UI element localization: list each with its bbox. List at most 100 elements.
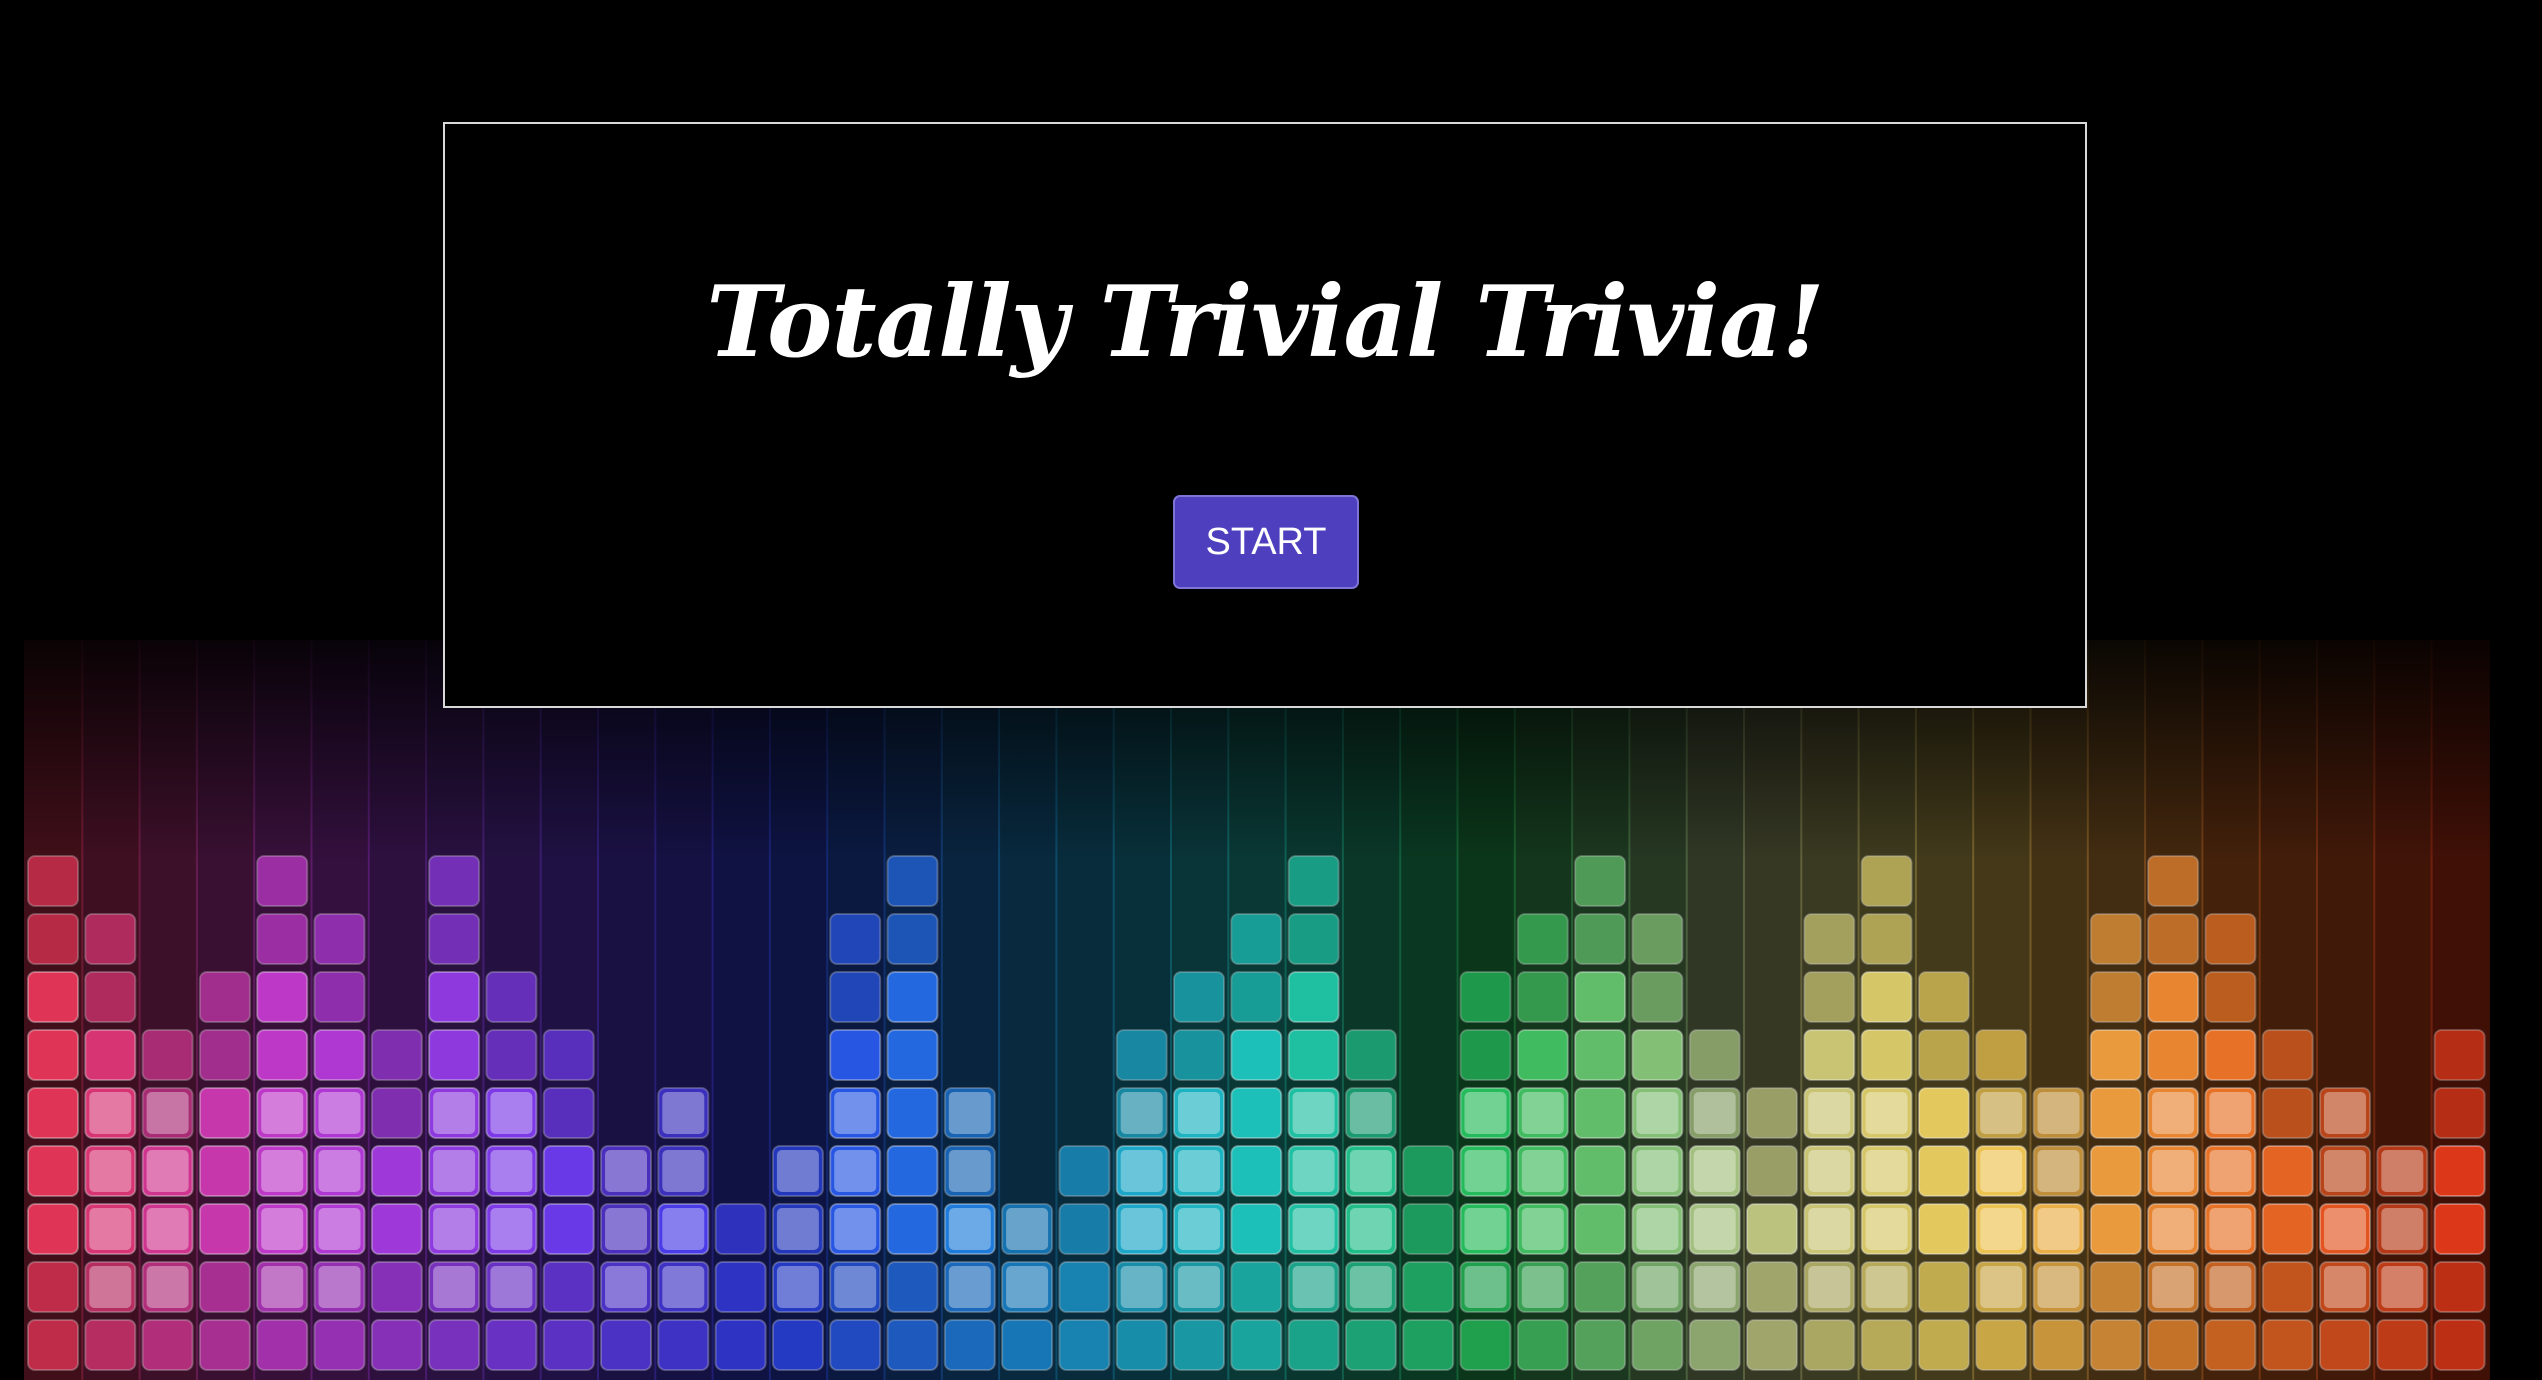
equalizer-tile-highlight	[490, 1266, 533, 1308]
equalizer-tile	[886, 1261, 939, 1313]
intro-card: Totally Trivial Trivia! START	[443, 122, 2087, 708]
equalizer-tile	[27, 1319, 79, 1371]
equalizer-tile-highlight	[89, 1266, 132, 1308]
equalizer-tile	[2433, 1029, 2486, 1081]
equalizer-tile	[313, 1319, 366, 1371]
equalizer-tile	[943, 1319, 996, 1371]
equalizer-tile	[1860, 913, 1913, 965]
equalizer-tile	[1230, 1261, 1283, 1313]
equalizer-tile	[1688, 1029, 1741, 1081]
equalizer-tile	[1402, 1203, 1455, 1255]
equalizer-tile	[27, 1203, 79, 1255]
equalizer-tile-highlight	[2324, 1208, 2366, 1250]
equalizer-tile-highlight	[2209, 1092, 2252, 1134]
equalizer-tile-highlight	[1865, 1150, 1908, 1192]
equalizer-tile	[542, 1261, 595, 1313]
equalizer-tile-highlight	[2324, 1266, 2366, 1308]
equalizer-tile	[1803, 913, 1856, 965]
equalizer-tile-highlight	[2037, 1150, 2080, 1192]
equalizer-tile	[485, 971, 538, 1023]
equalizer-tile-highlight	[1292, 1266, 1335, 1308]
equalizer-tile	[2089, 1319, 2142, 1371]
equalizer-tile-highlight	[1865, 1208, 1908, 1250]
equalizer-tile	[1574, 1319, 1627, 1371]
start-button[interactable]: START	[1173, 495, 1359, 589]
equalizer-tile	[886, 913, 939, 965]
equalizer-tile-highlight	[948, 1208, 991, 1250]
equalizer-tile-highlight	[89, 1208, 132, 1250]
equalizer-tile	[657, 1319, 710, 1371]
equalizer-tile	[1459, 971, 1512, 1023]
equalizer-tile	[2204, 1319, 2257, 1371]
equalizer-tile	[714, 1203, 767, 1255]
equalizer-tile-highlight	[605, 1266, 647, 1308]
equalizer-tile-highlight	[776, 1150, 819, 1192]
equalizer-tile	[256, 971, 309, 1023]
equalizer-tile	[1917, 1203, 1970, 1255]
equalizer-tile-highlight	[1120, 1266, 1163, 1308]
equalizer-tile	[2089, 1145, 2142, 1197]
equalizer-tile	[256, 1029, 309, 1081]
equalizer-tile	[27, 1029, 79, 1081]
equalizer-tile	[2089, 1261, 2142, 1313]
equalizer-tile	[1574, 913, 1627, 965]
equalizer-tile	[2261, 1087, 2314, 1139]
equalizer-tile	[1860, 855, 1913, 907]
equalizer-tile-highlight	[318, 1150, 361, 1192]
equalizer-tile-highlight	[1980, 1150, 2023, 1192]
equalizer-tile	[84, 971, 137, 1023]
equalizer-tile-highlight	[2209, 1150, 2252, 1192]
equalizer-tile	[829, 1029, 882, 1081]
equalizer-tile-highlight	[834, 1266, 877, 1308]
equalizer-tile	[370, 1029, 423, 1081]
equalizer-tile-highlight	[834, 1092, 877, 1134]
equalizer-tile-highlight	[146, 1266, 189, 1308]
equalizer-tile-highlight	[1808, 1150, 1851, 1192]
equalizer-tile-highlight	[2037, 1266, 2080, 1308]
equalizer-tile	[1917, 971, 1970, 1023]
equalizer-tile-highlight	[662, 1092, 705, 1134]
equalizer-tile-highlight	[948, 1150, 991, 1192]
equalizer-tile	[1344, 1029, 1397, 1081]
equalizer-tile	[1173, 1319, 1225, 1371]
equalizer-tile	[27, 855, 79, 907]
equalizer-tile-highlight	[1693, 1208, 1736, 1250]
equalizer-tile	[2433, 1261, 2486, 1313]
equalizer-tile-highlight	[1349, 1208, 1392, 1250]
equalizer-tile	[1803, 1319, 1856, 1371]
equalizer-tile-highlight	[1693, 1092, 1736, 1134]
equalizer-tile	[1574, 1261, 1627, 1313]
equalizer-tile	[1917, 1029, 1970, 1081]
equalizer-tile-highlight	[89, 1150, 132, 1192]
equalizer-tile	[2032, 1319, 2085, 1371]
equalizer-tile	[1631, 971, 1684, 1023]
equalizer-tile-highlight	[1980, 1266, 2023, 1308]
equalizer-tile	[542, 1145, 595, 1197]
equalizer-tile	[428, 1319, 481, 1371]
equalizer-tile	[428, 855, 481, 907]
equalizer-tile-highlight	[1865, 1266, 1908, 1308]
equalizer-tile-highlight	[146, 1150, 189, 1192]
equalizer-tile	[1230, 1029, 1283, 1081]
equalizer-tile	[886, 971, 939, 1023]
equalizer-tile-highlight	[948, 1266, 991, 1308]
equalizer-tile	[829, 913, 882, 965]
equalizer-tile	[2261, 1029, 2314, 1081]
equalizer-tile-highlight	[1178, 1092, 1220, 1134]
equalizer-tile-highlight	[1808, 1266, 1851, 1308]
equalizer-tile	[1860, 971, 1913, 1023]
equalizer-tile-highlight	[318, 1092, 361, 1134]
equalizer-tile	[313, 913, 366, 965]
equalizer-tile-highlight	[318, 1208, 361, 1250]
equalizer-tile	[2147, 1319, 2200, 1371]
equalizer-tile	[714, 1261, 767, 1313]
equalizer-tile	[1230, 1087, 1283, 1139]
equalizer-tile	[829, 1319, 882, 1371]
equalizer-tile-highlight	[433, 1150, 476, 1192]
equalizer-tile	[428, 1029, 481, 1081]
equalizer-tile-highlight	[1521, 1266, 1564, 1308]
equalizer-tile	[1287, 913, 1340, 965]
equalizer-tile-highlight	[1349, 1150, 1392, 1192]
equalizer-tile-highlight	[1521, 1150, 1564, 1192]
equalizer-tile	[1058, 1145, 1111, 1197]
